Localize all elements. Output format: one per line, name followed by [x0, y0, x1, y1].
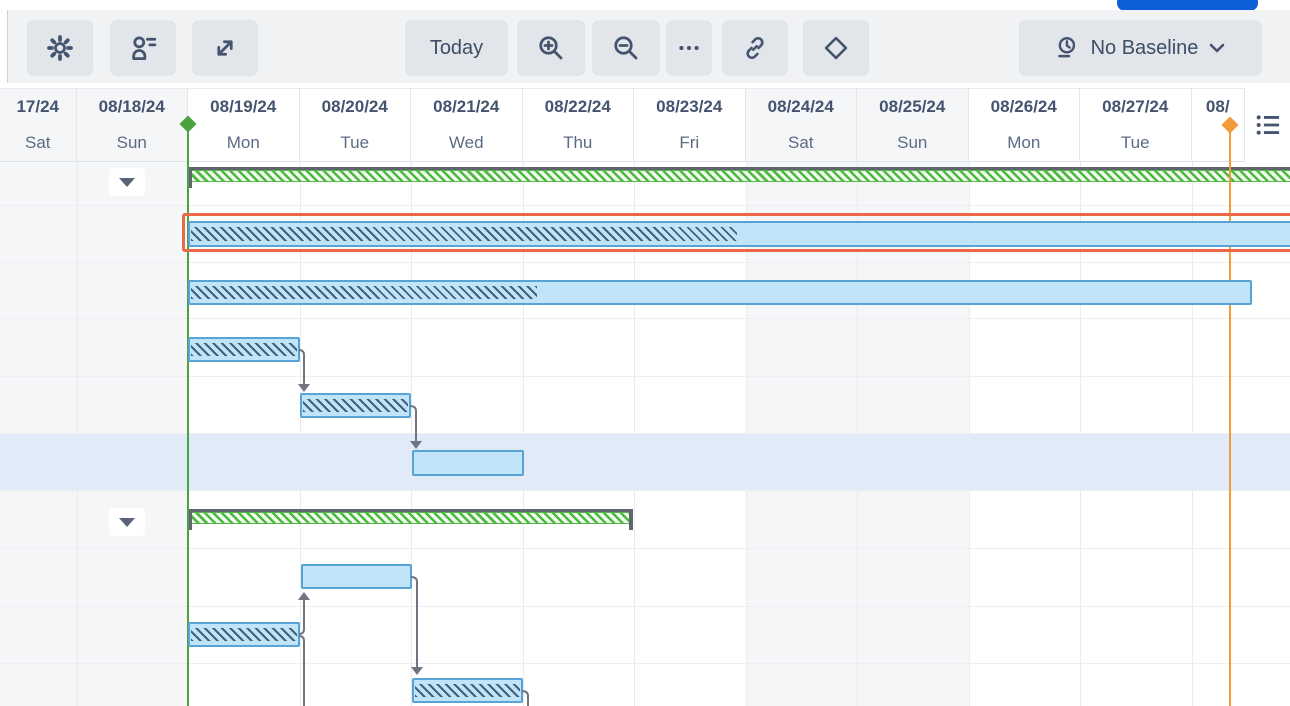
milestone-button[interactable] [803, 20, 869, 76]
expand-all-button[interactable] [192, 20, 258, 76]
row-gridline [0, 433, 1290, 434]
timeline-date-cell: 08/25/24 [857, 88, 969, 125]
row-gridline [0, 376, 1290, 377]
more-button[interactable] [666, 20, 712, 76]
timeline-date-cell: 08/27/24 [1080, 88, 1192, 125]
baseline-dropdown[interactable]: No Baseline [1019, 20, 1262, 76]
today-button[interactable]: Today [405, 20, 508, 76]
column-gridline [77, 162, 78, 706]
zoom-out-button[interactable] [592, 20, 660, 76]
row-gridline [0, 663, 1290, 664]
gear-icon [45, 33, 75, 63]
collapse-toggle[interactable] [109, 168, 145, 196]
collapse-triangle-icon [119, 178, 135, 187]
timeline-date-cell: 08/ [1192, 88, 1246, 125]
timeline-date-cell: 08/19/24 [188, 88, 300, 125]
timeline-day-cell: Wed [411, 125, 523, 162]
settings-button[interactable] [27, 20, 93, 76]
baseline-dropdown-label: No Baseline [1091, 37, 1199, 60]
task-progress-hatch [191, 343, 297, 356]
timeline-date-cell: 08/20/24 [300, 88, 412, 125]
summary-bar-right-bracket [629, 509, 633, 530]
collapse-triangle-icon [119, 518, 135, 527]
timeline-date-cell: 08/22/24 [523, 88, 635, 125]
task-bar[interactable] [188, 337, 300, 362]
row-gridline [0, 548, 1290, 549]
diamond-icon [822, 34, 850, 62]
row-options-panel [1245, 88, 1290, 162]
timeline-date-cell: 17/24 [0, 88, 77, 125]
timeline-day-cell: Sun [857, 125, 969, 162]
timeline-date-cell: 08/26/24 [969, 88, 1081, 125]
today-button-label: Today [430, 37, 483, 60]
gantt-chart-area [0, 162, 1290, 706]
summary-bar-hatch [188, 170, 1290, 182]
task-progress-hatch [191, 286, 537, 299]
task-bar[interactable] [412, 450, 524, 476]
row-gridline [0, 205, 1290, 206]
zoom-in-icon [536, 33, 566, 63]
timeline-day-cell: Fri [634, 125, 746, 162]
task-bar[interactable] [300, 393, 411, 418]
ellipsis-icon [676, 35, 702, 61]
timeline-day-cell [1192, 125, 1246, 162]
task-progress-hatch [303, 399, 408, 412]
baseline-clock-icon [1055, 35, 1081, 61]
timeline-date-cell: 08/21/24 [411, 88, 523, 125]
summary-bar-hatch [188, 512, 633, 524]
task-progress-hatch [415, 684, 520, 697]
timeline-date-cell: 08/23/24 [634, 88, 746, 125]
selected-task-outline [182, 213, 1290, 252]
panel-divider [7, 10, 8, 83]
row-gridline [0, 490, 1290, 491]
gantt-app: Today No Baseline [0, 0, 1290, 706]
timeline-day-cell: Sat [0, 125, 77, 162]
timeline-date-cell: 08/24/24 [746, 88, 858, 125]
timeline-day-cell: Thu [523, 125, 635, 162]
resources-button[interactable] [110, 20, 176, 76]
person-list-icon [128, 33, 158, 63]
row-gridline [0, 262, 1290, 263]
row-gridline [0, 606, 1290, 607]
zoom-out-icon [611, 33, 641, 63]
timeline-day-cell: Tue [1080, 125, 1192, 162]
link-button[interactable] [722, 20, 788, 76]
link-icon [741, 34, 769, 62]
dependency-arrowhead [411, 667, 423, 675]
task-bar[interactable] [301, 564, 412, 589]
expand-arrows-icon [210, 33, 240, 63]
collapse-toggle[interactable] [109, 508, 145, 536]
task-bar[interactable] [412, 678, 523, 703]
task-bar[interactable] [188, 622, 300, 647]
highlighted-row [0, 433, 1290, 490]
timeline-day-cell: Sat [746, 125, 858, 162]
timeline-date-cell: 08/18/24 [77, 88, 189, 125]
task-bar[interactable] [188, 280, 1252, 305]
timeline-day-cell: Tue [300, 125, 412, 162]
row-gridline [0, 318, 1290, 319]
timeline-day-cell: Mon [969, 125, 1081, 162]
zoom-in-button[interactable] [517, 20, 585, 76]
list-icon[interactable] [1254, 111, 1282, 139]
task-progress-hatch [191, 628, 297, 641]
timeline-day-cell: Mon [188, 125, 300, 162]
chevron-down-icon [1208, 41, 1226, 55]
timeline-day-cell: Sun [77, 125, 189, 162]
